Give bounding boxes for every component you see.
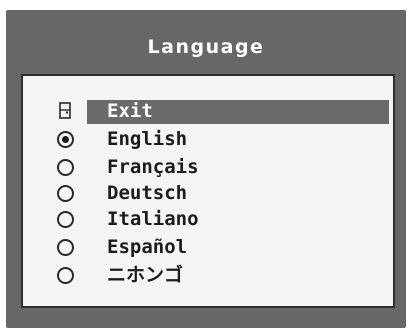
radio-empty-icon <box>57 185 74 202</box>
language-option-label: English <box>107 128 188 150</box>
language-option-label: Français <box>107 156 199 178</box>
osd-language-menu: Language Exit English Français Deutsch I <box>6 10 406 328</box>
radio-empty-icon <box>57 159 74 176</box>
language-option-espanol[interactable]: Español <box>23 234 393 260</box>
language-option-deutsch[interactable]: Deutsch <box>23 180 393 206</box>
language-option-label: ニホンゴ <box>107 264 184 286</box>
exit-item[interactable]: Exit <box>23 98 393 124</box>
language-option-english[interactable]: English <box>23 126 393 152</box>
radio-empty-icon <box>57 239 74 256</box>
language-option-francais[interactable]: Français <box>23 154 393 180</box>
radio-empty-icon <box>57 211 74 228</box>
language-option-italiano[interactable]: Italiano <box>23 206 393 232</box>
language-option-label: Deutsch <box>107 182 188 204</box>
menu-title: Language <box>147 36 265 58</box>
exit-label: Exit <box>107 100 153 122</box>
exit-door-icon <box>59 102 71 119</box>
language-option-japanese[interactable]: ニホンゴ <box>23 262 393 288</box>
radio-checked-icon <box>57 131 74 148</box>
language-list-panel: Exit English Français Deutsch Italiano E… <box>21 74 395 308</box>
radio-empty-icon <box>57 267 74 284</box>
language-option-label: Español <box>107 236 188 258</box>
language-option-label: Italiano <box>107 208 199 230</box>
